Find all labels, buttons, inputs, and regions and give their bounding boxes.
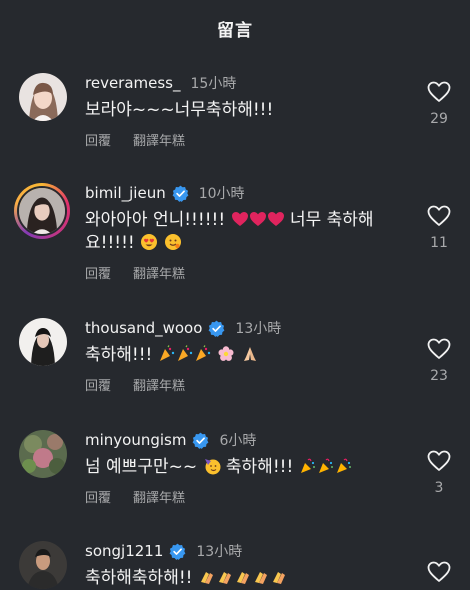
timestamp: 6小時 xyxy=(219,433,257,449)
comment-text-part: 축하해!!! xyxy=(225,457,294,477)
like-group: 11 xyxy=(420,205,458,251)
heart-outline-icon[interactable] xyxy=(427,561,451,583)
username[interactable]: bimil_jieun xyxy=(85,184,166,202)
confetti-emoji-icon xyxy=(158,345,212,365)
verified-badge-icon xyxy=(209,320,225,337)
comment-body: bimil_jieun 10小時 와아아아 언니!!!!!! 너무 축하해요!!… xyxy=(85,183,385,282)
avatar-image xyxy=(19,73,67,121)
hug-emoji-icon xyxy=(164,233,182,253)
like-group: 23 xyxy=(420,338,458,384)
avatar[interactable] xyxy=(19,73,67,121)
comment-text: 넘 예쁘구만~~ 축하해!!! xyxy=(85,456,385,479)
like-group: 29 xyxy=(420,81,458,127)
username[interactable]: reveramess_ xyxy=(85,74,181,92)
reply-button[interactable]: 回覆 xyxy=(85,263,111,282)
avatar[interactable] xyxy=(19,541,67,589)
avatar[interactable] xyxy=(19,318,67,366)
verified-badge-icon xyxy=(169,543,186,560)
comment-text: 와아아아 언니!!!!!! 너무 축하해요!!!!! xyxy=(85,209,385,255)
party-face-emoji-icon xyxy=(203,457,221,477)
avatar-image xyxy=(19,430,67,478)
translate-button[interactable]: 翻譯年糕 xyxy=(133,263,185,282)
heart-outline-icon[interactable] xyxy=(427,205,451,227)
avatar[interactable] xyxy=(14,183,70,239)
comment-text: 축하해축하해!! xyxy=(85,567,385,590)
verified-badge-icon xyxy=(172,185,189,202)
flower-emoji-icon xyxy=(217,345,235,365)
reply-button[interactable]: 回覆 xyxy=(85,487,111,506)
verified-badge-icon xyxy=(193,432,209,449)
avatar[interactable] xyxy=(19,430,67,478)
like-count: 3 xyxy=(434,480,444,496)
comment-text-part: 넘 예쁘구만~~ xyxy=(85,457,198,477)
timestamp: 15小時 xyxy=(190,76,237,92)
heart-outline-icon[interactable] xyxy=(427,338,451,360)
comments-sheet: 留言 reveramess_ 15小時 보라야~~~너무축하해!!! 回覆 翻譯… xyxy=(0,0,470,590)
comment-body: reveramess_ 15小時 보라야~~~너무축하해!!! 回覆 翻譯年糕 xyxy=(85,73,385,149)
heart-outline-icon[interactable] xyxy=(427,81,451,103)
avatar-image xyxy=(19,318,67,366)
comment-text: 축하해!!! xyxy=(85,344,385,367)
comment-body: minyoungism 6小時 넘 예쁘구만~~ 축하해!!! 回覆 翻譯年糕 xyxy=(85,430,385,506)
heart-emoji-icon xyxy=(231,210,285,230)
like-count: 29 xyxy=(430,111,448,127)
translate-button[interactable]: 翻譯年糕 xyxy=(133,375,185,394)
like-count: 11 xyxy=(430,235,448,251)
avatar-image xyxy=(19,541,67,589)
party-popper-emoji-icon xyxy=(299,457,353,477)
timestamp: 13小時 xyxy=(235,321,282,337)
comment-body: songj1211 13小時 축하해축하해!! xyxy=(85,541,385,590)
translate-button[interactable]: 翻譯年糕 xyxy=(133,130,185,149)
username[interactable]: minyoungism xyxy=(85,431,186,449)
username[interactable]: songj1211 xyxy=(85,542,163,560)
comment-text: 보라야~~~너무축하해!!! xyxy=(85,100,274,120)
username[interactable]: thousand_wooo xyxy=(85,319,202,337)
clapping-hands-emoji-icon xyxy=(198,568,288,588)
avatar-image xyxy=(19,188,65,234)
comment-text-part: 축하해축하해!! xyxy=(85,568,193,588)
comment-body: thousand_wooo 13小時 축하해!!! 回覆 翻譯年糕 xyxy=(85,318,385,394)
like-group: 3 xyxy=(420,450,458,496)
like-group xyxy=(420,561,458,583)
page-title: 留言 xyxy=(217,20,253,41)
praying-hands-emoji-icon xyxy=(241,345,259,365)
heart-eyes-emoji-icon xyxy=(140,233,158,253)
heart-outline-icon[interactable] xyxy=(427,450,451,472)
timestamp: 10小時 xyxy=(198,186,245,202)
comment-text-part: 축하해!!! xyxy=(85,345,153,365)
translate-button[interactable]: 翻譯年糕 xyxy=(133,487,185,506)
timestamp: 13小時 xyxy=(196,544,243,560)
comment-text-part: 와아아아 언니!!!!!! xyxy=(85,210,226,230)
like-count: 23 xyxy=(430,368,448,384)
reply-button[interactable]: 回覆 xyxy=(85,375,111,394)
reply-button[interactable]: 回覆 xyxy=(85,130,111,149)
